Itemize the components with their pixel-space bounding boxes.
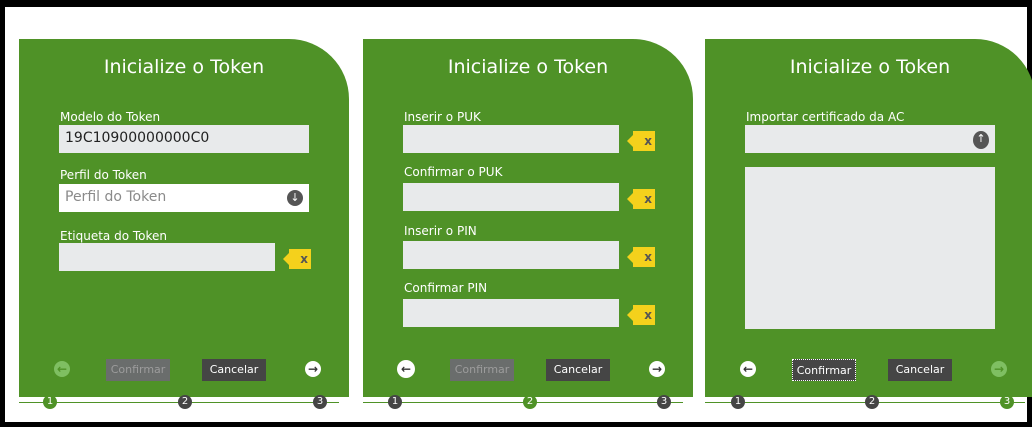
puk-field[interactable] [403, 125, 619, 153]
puk-confirm-label: Confirmar o PUK [404, 165, 503, 179]
step-indicator-1: 1 [388, 395, 402, 409]
step-indicator-3: 3 [313, 395, 327, 409]
arrow-right-circle-icon[interactable]: → [991, 361, 1007, 377]
import-field[interactable]: ↑ [745, 125, 995, 153]
arrow-down-circle-icon[interactable]: ↓ [287, 190, 303, 206]
cancel-button[interactable]: Cancelar [888, 359, 952, 381]
panel-step-3: Inicialize o Token Importar certificado … [705, 39, 1032, 397]
puk-label: Inserir o PUK [404, 110, 481, 124]
pin-label: Inserir o PIN [404, 224, 477, 238]
label-field[interactable] [59, 243, 275, 271]
pin-confirm-label: Confirmar PIN [404, 281, 488, 295]
upload-icon[interactable]: ↑ [973, 131, 989, 149]
panel-step-2: Inicialize o Token Inserir o PUK x Confi… [363, 39, 693, 397]
clear-x-icon[interactable]: x [627, 247, 655, 267]
arrow-left-circle-icon[interactable]: ← [54, 361, 70, 377]
model-field[interactable]: 19C10900000000C0 [59, 125, 309, 153]
puk-confirm-field[interactable] [403, 183, 619, 211]
panel-title: Inicialize o Token [789, 56, 951, 78]
model-label: Modelo do Token [60, 110, 161, 124]
confirm-button[interactable]: Confirmar [106, 359, 170, 381]
wizard-frame: Inicialize o Token Modelo do Token 19C10… [5, 7, 1032, 422]
arrow-right-circle-icon[interactable]: → [649, 361, 665, 377]
clear-x-icon[interactable]: x [627, 305, 655, 325]
clear-x-icon[interactable]: x [627, 131, 655, 151]
pin-field[interactable] [403, 241, 619, 269]
step-indicator-3: 3 [657, 395, 671, 409]
step-indicator-2: 2 [523, 395, 537, 409]
step-indicator-3: 3 [1000, 395, 1014, 409]
clear-x-icon[interactable]: x [283, 249, 311, 269]
step-indicator-1: 1 [731, 395, 745, 409]
panel-title: Inicialize o Token [447, 56, 609, 78]
pin-confirm-field[interactable] [403, 299, 619, 327]
profile-select[interactable]: Perfil do Token ↓ [59, 184, 309, 212]
panel-step-1: Inicialize o Token Modelo do Token 19C10… [19, 39, 349, 397]
cancel-button[interactable]: Cancelar [546, 359, 610, 381]
arrow-right-circle-icon[interactable]: → [305, 361, 321, 377]
step-indicator-2: 2 [865, 395, 879, 409]
arrow-left-circle-icon[interactable]: ← [740, 361, 756, 377]
certificate-text-area[interactable] [745, 167, 995, 329]
label-label: Etiqueta do Token [60, 229, 168, 243]
clear-x-icon[interactable]: x [627, 189, 655, 209]
step-indicator-2: 2 [178, 395, 192, 409]
arrow-left-circle-icon[interactable]: ← [398, 361, 414, 377]
confirm-button[interactable]: Confirmar [792, 359, 856, 381]
import-label: Importar certificado da AC [746, 110, 905, 124]
profile-placeholder: Perfil do Token [65, 189, 167, 205]
profile-label: Perfil do Token [60, 168, 147, 182]
cancel-button[interactable]: Cancelar [202, 359, 266, 381]
panel-title: Inicialize o Token [103, 56, 265, 78]
step-indicator-1: 1 [43, 395, 57, 409]
confirm-button[interactable]: Confirmar [450, 359, 514, 381]
